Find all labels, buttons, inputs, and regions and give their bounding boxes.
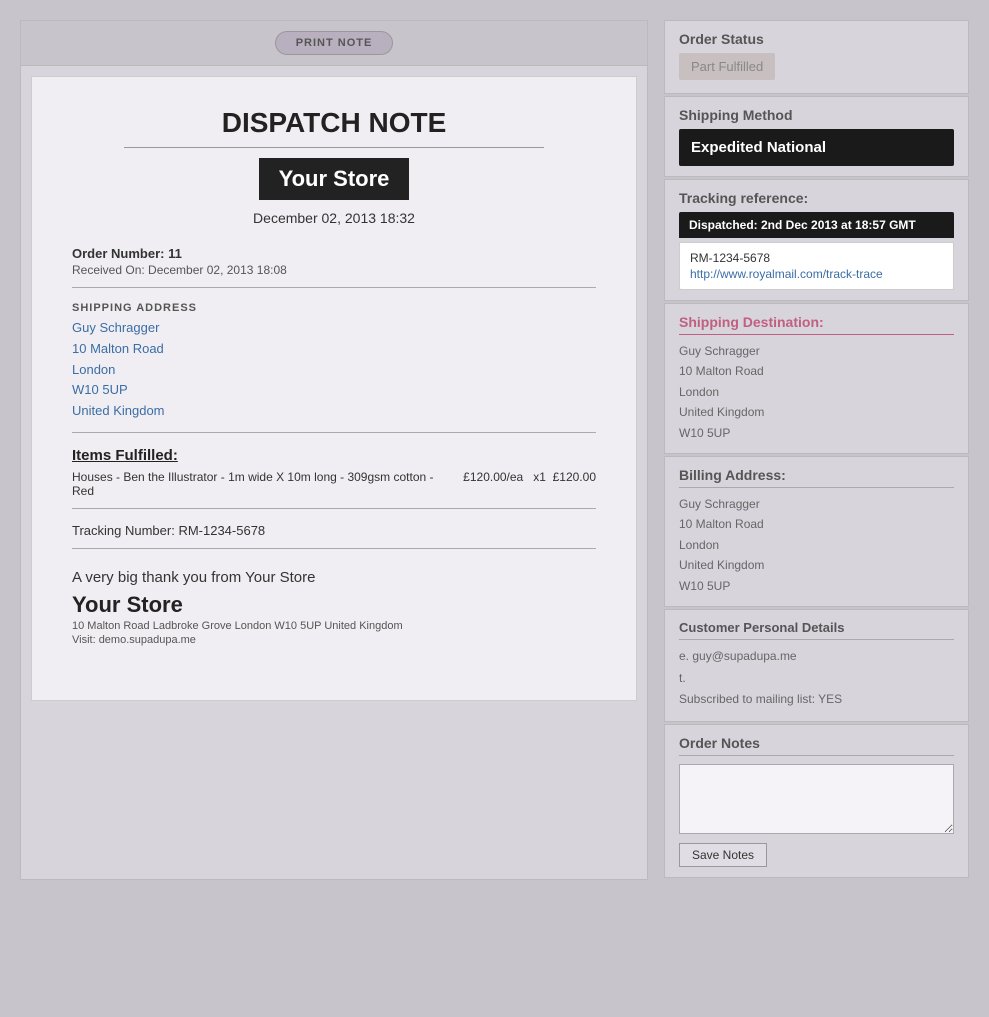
shipping-method-value: Expedited National (679, 129, 954, 166)
shipping-country: United Kingdom (72, 401, 596, 422)
billing-address-section: Billing Address: Guy Schragger 10 Malton… (664, 456, 969, 607)
customer-details-title: Customer Personal Details (679, 620, 954, 640)
billing-line1: 10 Malton Road (679, 514, 954, 534)
item-description: Houses - Ben the Illustrator - 1m wide X… (72, 470, 453, 498)
dest-postcode: W10 5UP (679, 423, 954, 443)
tracking-section: Tracking Number: RM-1234-5678 (72, 523, 596, 549)
billing-address-title: Billing Address: (679, 467, 954, 488)
tracking-reference-title: Tracking reference: (679, 190, 954, 206)
items-section: Items Fulfilled: Houses - Ben the Illust… (72, 447, 596, 509)
dest-line1: 10 Malton Road (679, 361, 954, 381)
footer-website: Visit: demo.supadupa.me (72, 634, 596, 646)
mailing-list-status: Subscribed to mailing list: YES (679, 689, 954, 711)
shipping-postcode: W10 5UP (72, 380, 596, 401)
shipping-method-title: Shipping Method (679, 107, 954, 123)
dest-country: United Kingdom (679, 402, 954, 422)
dest-city: London (679, 382, 954, 402)
order-info-section: Order Number: 11 Received On: December 0… (72, 246, 596, 288)
billing-postcode: W10 5UP (679, 576, 954, 596)
tracking-number-text: Tracking Number: RM-1234-5678 (72, 523, 596, 538)
title-divider (124, 147, 543, 148)
dispatch-date: December 02, 2013 18:32 (72, 210, 596, 226)
items-heading: Items Fulfilled: (72, 447, 596, 464)
billing-city: London (679, 535, 954, 555)
item-price: £120.00/ea x1 £120.00 (463, 470, 596, 498)
order-notes-textarea[interactable] (679, 764, 954, 834)
order-status-section: Order Status Part Fulfilled (664, 20, 969, 94)
customer-details-section: Customer Personal Details e. guy@supadup… (664, 609, 969, 722)
left-panel: PRINT NOTE DISPATCH NOTE Your Store Dece… (20, 20, 648, 880)
order-notes-title: Order Notes (679, 735, 954, 756)
dispatch-title: DISPATCH NOTE (72, 107, 596, 139)
shipping-dest-title: Shipping Destination: (679, 314, 954, 335)
shipping-line1: 10 Malton Road (72, 339, 596, 360)
tracking-reference-section: Tracking reference: Dispatched: 2nd Dec … (664, 179, 969, 301)
thank-you-section: A very big thank you from Your Store You… (72, 569, 596, 656)
customer-phone: t. (679, 668, 954, 690)
shipping-method-section: Shipping Method Expedited National (664, 96, 969, 177)
item-row: Houses - Ben the Illustrator - 1m wide X… (72, 470, 596, 498)
store-name-box: Your Store (259, 158, 410, 200)
tracking-ref-values: RM-1234-5678 http://www.royalmail.com/tr… (679, 242, 954, 290)
billing-name: Guy Schragger (679, 494, 954, 514)
shipping-name: Guy Schragger (72, 318, 596, 339)
tracking-url[interactable]: http://www.royalmail.com/track-trace (690, 267, 943, 281)
print-bar: PRINT NOTE (21, 21, 647, 66)
received-on: Received On: December 02, 2013 18:08 (72, 263, 596, 277)
footer-address: 10 Malton Road Ladbroke Grove London W10… (72, 620, 596, 632)
print-note-button[interactable]: PRINT NOTE (275, 31, 394, 55)
shipping-address-label: SHIPPING ADDRESS (72, 302, 596, 314)
tracking-id: RM-1234-5678 (690, 251, 943, 265)
order-notes-section: Order Notes Save Notes (664, 724, 969, 878)
dest-name: Guy Schragger (679, 341, 954, 361)
shipping-city: London (72, 360, 596, 381)
thank-you-text: A very big thank you from Your Store (72, 569, 596, 586)
customer-email: e. guy@supadupa.me (679, 646, 954, 668)
billing-country: United Kingdom (679, 555, 954, 575)
status-badge: Part Fulfilled (679, 53, 775, 80)
dispatch-timestamp: Dispatched: 2nd Dec 2013 at 18:57 GMT (679, 212, 954, 238)
shipping-destination-section: Shipping Destination: Guy Schragger 10 M… (664, 303, 969, 454)
order-status-title: Order Status (679, 31, 954, 47)
footer-store-name: Your Store (72, 592, 596, 618)
shipping-address-section: SHIPPING ADDRESS Guy Schragger 10 Malton… (72, 302, 596, 433)
save-notes-button[interactable]: Save Notes (679, 843, 767, 867)
order-number: Order Number: 11 (72, 246, 596, 261)
right-panel: Order Status Part Fulfilled Shipping Met… (664, 20, 969, 880)
dispatch-document: DISPATCH NOTE Your Store December 02, 20… (31, 76, 637, 701)
